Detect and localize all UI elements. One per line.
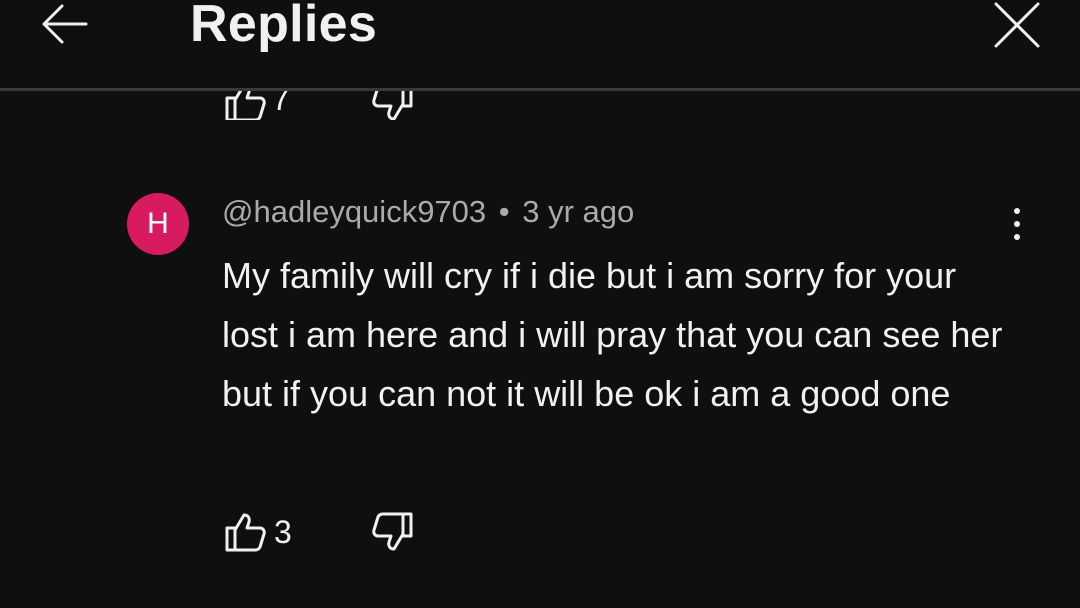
- more-options-button[interactable]: [1000, 204, 1034, 244]
- comment-text: My family will cry if i die but i am sor…: [222, 255, 1003, 414]
- close-button[interactable]: [990, 0, 1044, 50]
- like-count: 3: [274, 514, 292, 550]
- author-handle[interactable]: @hadleyquick9703: [222, 194, 486, 229]
- like-button[interactable]: [222, 510, 268, 554]
- comment-time: 3 yr ago: [522, 194, 635, 229]
- meta-separator: •: [498, 194, 510, 229]
- arrow-left-icon: [42, 4, 88, 44]
- back-button[interactable]: [38, 2, 92, 46]
- reply-comment: H @hadleyquick9703 • 3 yr ago My family …: [0, 180, 1080, 580]
- replies-header: Replies: [0, 0, 1080, 91]
- page-title: Replies: [190, 0, 378, 53]
- more-vert-icon: [1014, 208, 1020, 214]
- comment-actions: 3: [222, 510, 622, 554]
- thumbs-down-icon: [372, 512, 413, 551]
- dislike-button[interactable]: [370, 510, 416, 554]
- close-icon: [994, 2, 1040, 48]
- thumbs-up-icon: [225, 513, 266, 552]
- avatar[interactable]: H: [127, 193, 189, 255]
- comment-meta: @hadleyquick9703 • 3 yr ago: [222, 194, 634, 230]
